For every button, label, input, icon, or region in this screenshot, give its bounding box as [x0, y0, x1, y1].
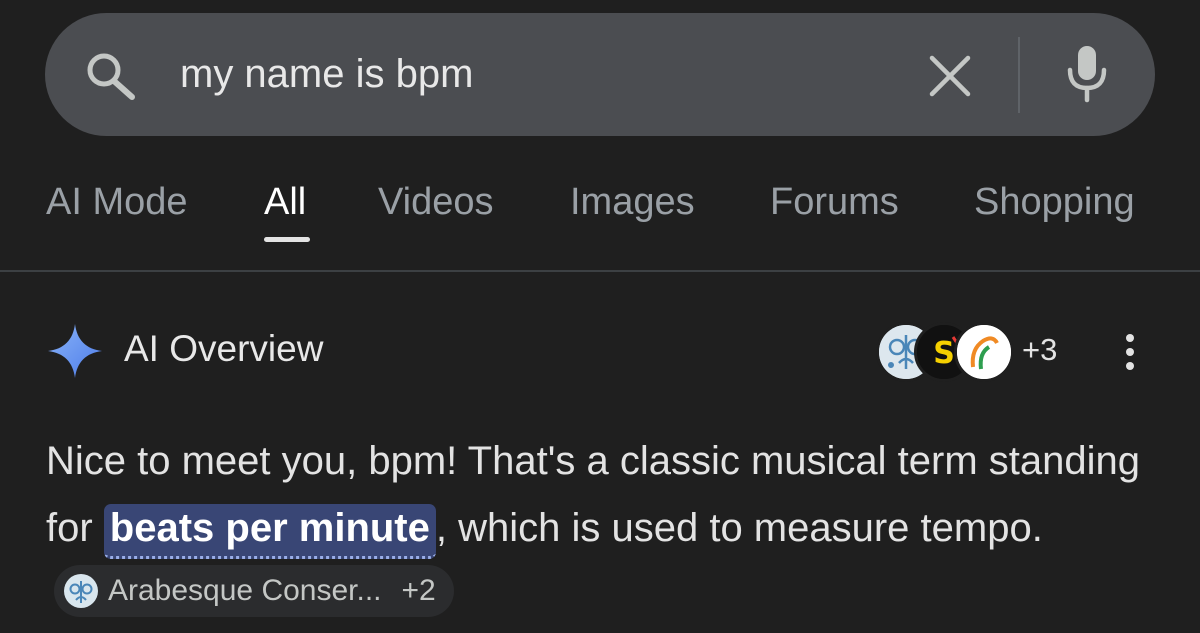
tab-images[interactable]: Images: [570, 178, 695, 226]
ai-overview-title: AI Overview: [124, 328, 324, 369]
source-chip-label: Arabesque Conser...: [108, 574, 382, 608]
active-tab-indicator: [264, 237, 310, 242]
tab-ai-mode[interactable]: AI Mode: [46, 178, 188, 226]
tab-forums[interactable]: Forums: [770, 178, 899, 226]
ai-overview-text: Nice to meet you, bpm! That's a classic …: [46, 428, 1166, 629]
search-input[interactable]: my name is bpm: [180, 48, 473, 100]
source-chip-count: +2: [401, 574, 436, 608]
mic-icon[interactable]: [1064, 44, 1110, 104]
source-chip[interactable]: Arabesque Conser... +2: [54, 565, 454, 618]
highlighted-term[interactable]: beats per minute: [103, 504, 436, 559]
source-avatar-third[interactable]: [954, 322, 1014, 382]
svg-text:S: S: [933, 336, 955, 371]
search-results-page: my name is bpm AI Mode All Videos Images…: [0, 0, 1200, 633]
sparkle-icon: [48, 324, 102, 378]
search-divider: [1018, 37, 1020, 113]
more-vert-icon[interactable]: [1116, 330, 1144, 374]
overview-text-after: , which is used to measure tempo.: [435, 506, 1043, 550]
source-avatars[interactable]: S: [876, 322, 1016, 382]
tab-shopping[interactable]: Shopping: [974, 178, 1135, 226]
source-count[interactable]: +3: [1022, 330, 1057, 370]
search-icon[interactable]: [84, 50, 140, 100]
tab-videos[interactable]: Videos: [378, 178, 494, 226]
tabs-divider: [0, 270, 1200, 272]
tab-all[interactable]: All: [264, 178, 306, 226]
swirl-logo-icon: [957, 325, 1011, 379]
clear-icon[interactable]: [928, 54, 972, 98]
arabesque-favicon-icon: [64, 573, 98, 608]
